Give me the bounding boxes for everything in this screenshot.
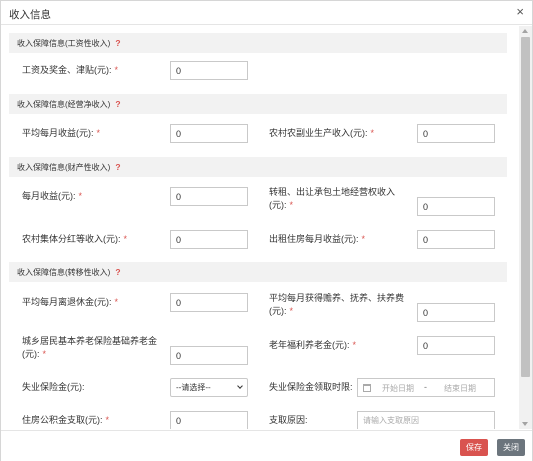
monthly-income-input[interactable] <box>170 187 248 206</box>
dialog-body[interactable]: 收入保障信息(工资性收入)? 工资及奖金、津贴(元):* 收入保障信息(经营净收… <box>1 26 519 429</box>
pension-label: 平均每月离退休金(元): * <box>22 297 119 307</box>
calendar-icon <box>363 384 371 392</box>
help-icon[interactable]: ? <box>115 38 120 48</box>
rural-dividend-input[interactable] <box>170 230 248 249</box>
basic-pension-input[interactable] <box>170 346 248 365</box>
land-transfer-input[interactable] <box>417 197 495 216</box>
elderly-welfare-label: 老年福利养老金(元): * <box>269 340 357 350</box>
income-info-dialog: 收入信息 × 收入保障信息(工资性收入)? 工资及奖金、津贴(元):* 收入保障… <box>0 0 533 461</box>
monthly-income-label: 每月收益(元): * <box>22 191 83 201</box>
wage-bonus-label: 工资及奖金、津贴(元): * <box>22 65 119 75</box>
section-header-business: 收入保障信息(经营净收入)? <box>9 94 507 114</box>
basic-pension-label: 城乡居民基本养老保险基础养老金 (元): * <box>22 336 158 359</box>
withdraw-reason-label: 支取原因: <box>269 415 308 425</box>
dialog-title: 收入信息 <box>9 9 51 21</box>
rural-byproduct-input[interactable] <box>417 124 495 143</box>
section-header-wage: 收入保障信息(工资性收入)? <box>9 33 507 53</box>
section-title-business: 收入保障信息(经营净收入) <box>17 100 111 109</box>
elderly-welfare-input[interactable] <box>417 336 495 355</box>
support-fee-label: 平均每月获得赡养、抚养、扶养费 (元): * <box>269 293 405 316</box>
date-separator: - <box>424 382 427 392</box>
housing-fund-label: 住房公积金支取(元): * <box>22 415 110 425</box>
help-icon[interactable]: ? <box>115 162 120 172</box>
wage-bonus-input[interactable] <box>170 61 248 80</box>
section-header-transfer: 收入保障信息(转移性收入)? <box>9 262 507 282</box>
scroll-down-arrow-icon[interactable] <box>522 422 528 426</box>
close-button[interactable]: 关闭 <box>497 439 525 456</box>
scrollbar-thumb[interactable] <box>521 37 530 377</box>
date-start-field[interactable]: 开始日期 <box>382 383 414 394</box>
help-icon[interactable]: ? <box>115 267 120 277</box>
avg-monthly-income-label: 平均每月收益(元): * <box>22 128 101 138</box>
unemployment-label: 失业保险金(元): <box>22 382 85 392</box>
pension-input[interactable] <box>170 293 248 312</box>
scroll-up-arrow-icon[interactable] <box>522 29 528 33</box>
chevron-down-icon <box>237 383 243 389</box>
housing-rent-input[interactable] <box>417 230 495 249</box>
housing-rent-label: 出租住房每月收益(元): * <box>269 234 366 244</box>
section-title-transfer: 收入保障信息(转移性收入) <box>17 268 111 277</box>
unemployment-select-value: --请选择-- <box>176 383 211 392</box>
vertical-scrollbar[interactable] <box>519 26 532 429</box>
rural-byproduct-label: 农村农副业生产收入(元): * <box>269 128 375 138</box>
section-title-property: 收入保障信息(财产性收入) <box>17 163 111 172</box>
housing-fund-input[interactable] <box>170 411 248 429</box>
help-icon[interactable]: ? <box>115 99 120 109</box>
land-transfer-label: 转租、出让承包土地经营权收入 (元): * <box>269 187 396 210</box>
section-header-property: 收入保障信息(财产性收入)? <box>9 157 507 177</box>
save-button[interactable]: 保存 <box>460 439 488 456</box>
withdraw-reason-input[interactable] <box>357 411 495 429</box>
section-title-wage: 收入保障信息(工资性收入) <box>17 39 111 48</box>
unemployment-period-label: 失业保险金领取时限: <box>269 382 353 392</box>
rural-dividend-label: 农村集体分红等收入(元): * <box>22 234 128 244</box>
date-end-field[interactable]: 结束日期 <box>444 383 476 394</box>
avg-monthly-income-input[interactable] <box>170 124 248 143</box>
unemployment-select[interactable]: --请选择-- <box>170 378 248 397</box>
unemployment-period-daterange[interactable]: 开始日期 - 结束日期 <box>357 378 495 397</box>
support-fee-input[interactable] <box>417 303 495 322</box>
close-icon[interactable]: × <box>516 5 524 19</box>
dialog-footer: 保存 关闭 <box>1 430 532 461</box>
dialog-titlebar: 收入信息 × <box>1 1 532 25</box>
